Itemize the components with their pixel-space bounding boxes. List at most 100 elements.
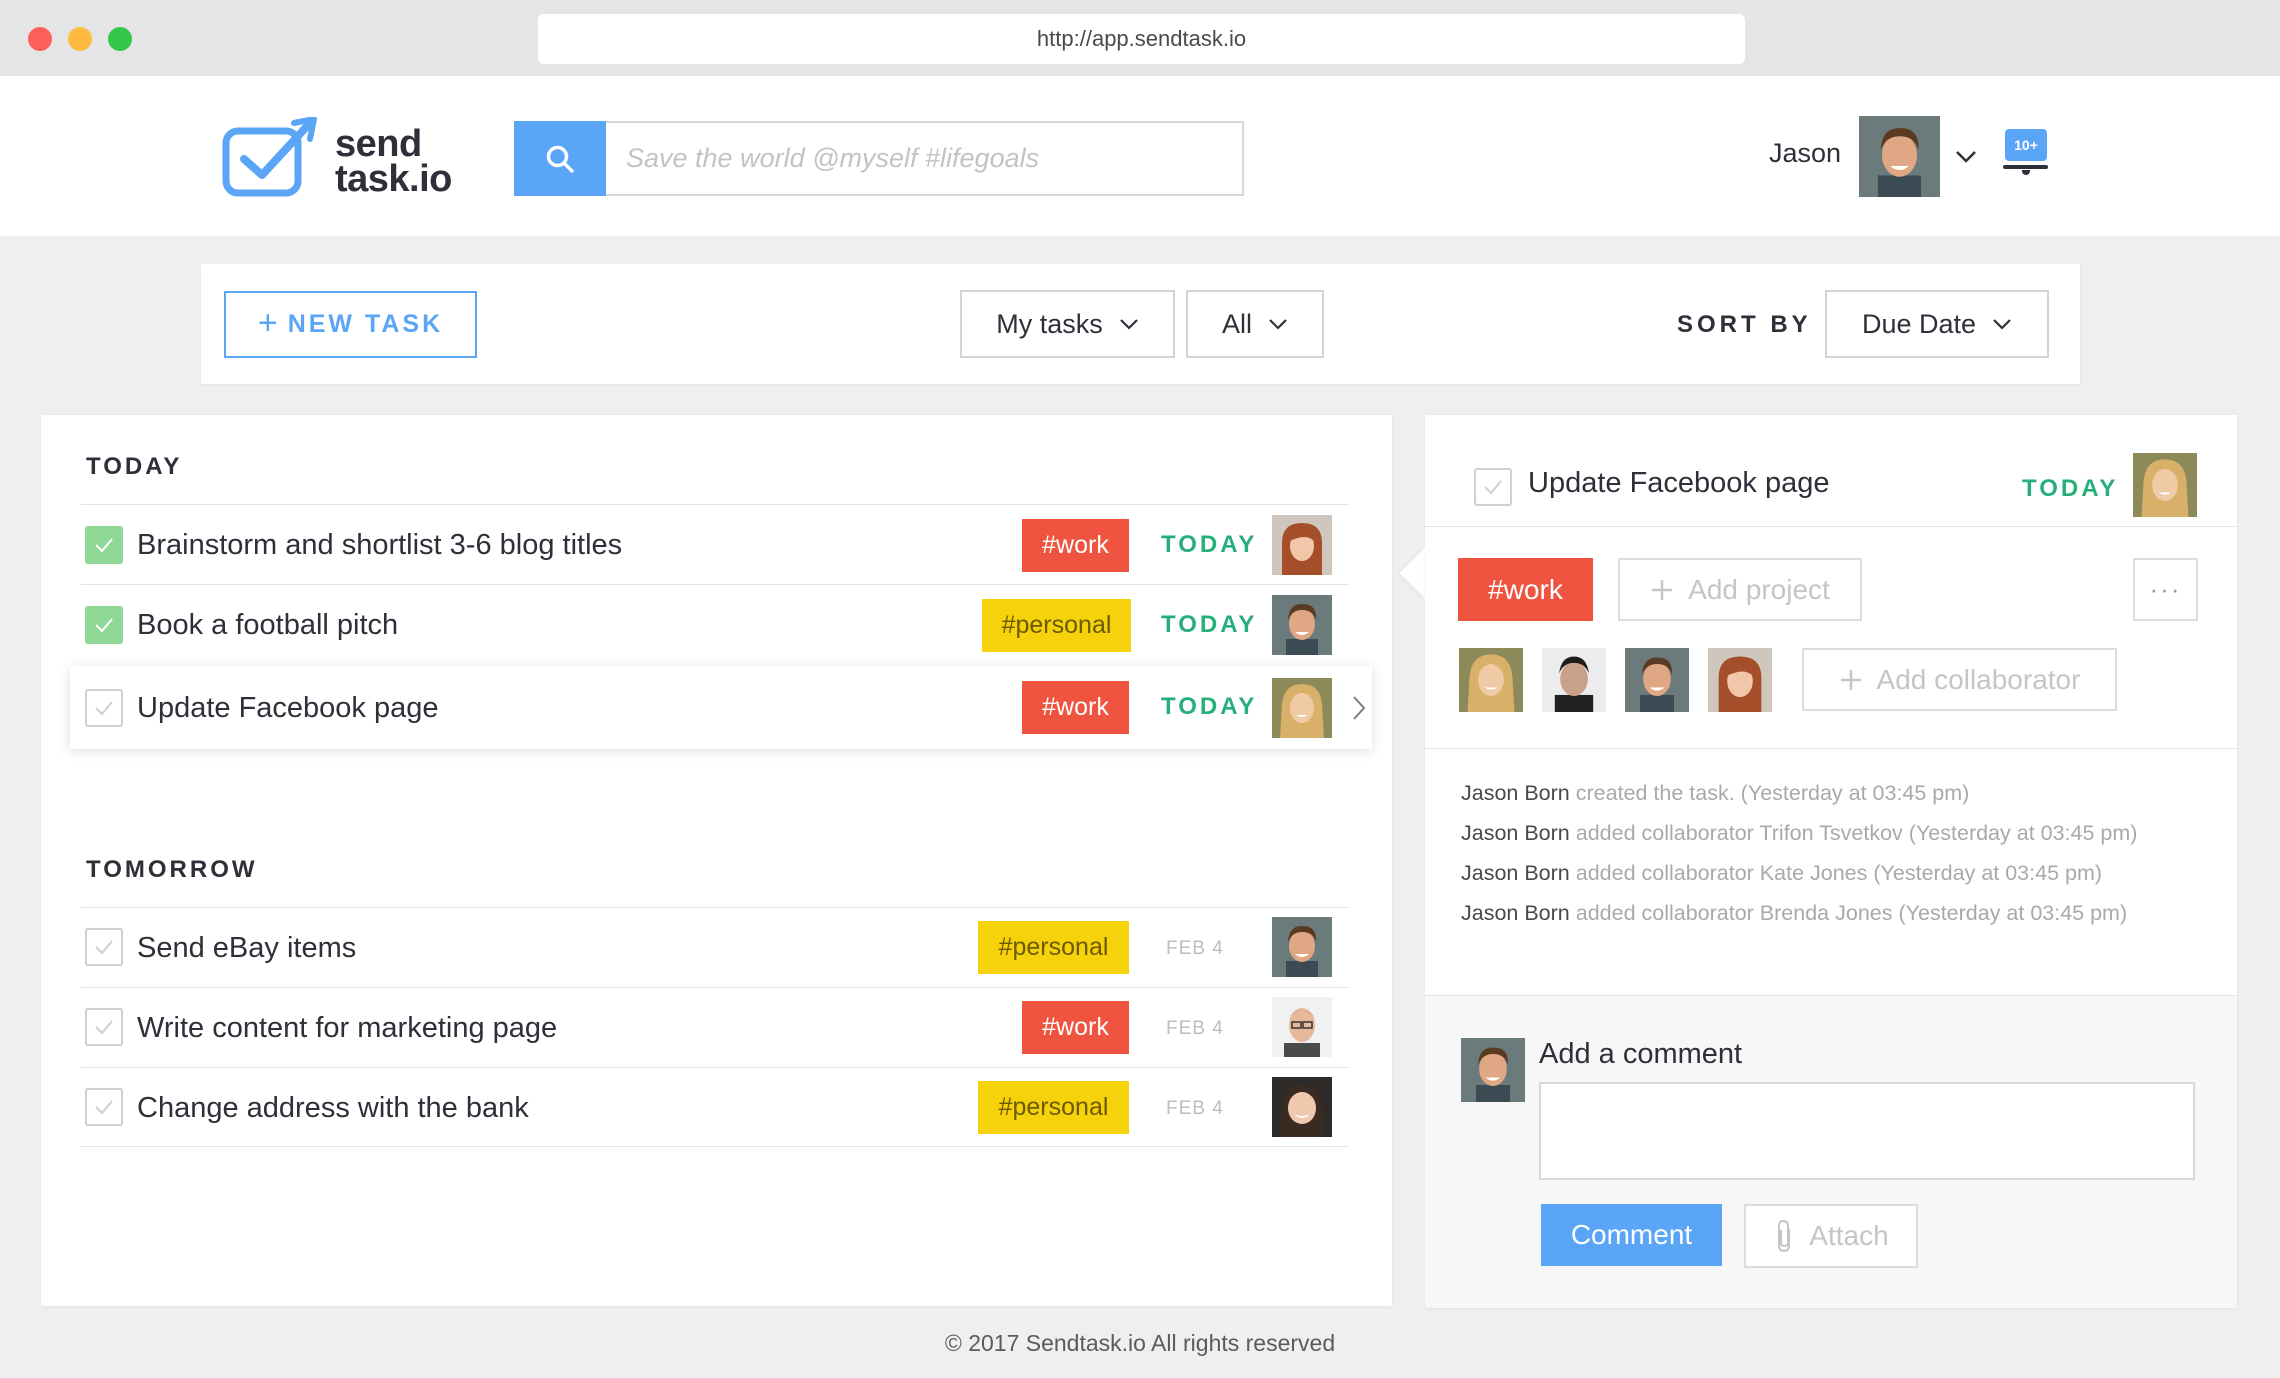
- task-due: TODAY: [1161, 611, 1258, 638]
- address-bar[interactable]: http://app.sendtask.io: [538, 14, 1745, 64]
- scope-filter-value: All: [1221, 308, 1252, 339]
- logo[interactable]: send task.io: [222, 117, 457, 199]
- task-title[interactable]: Write content for marketing page: [137, 1012, 557, 1045]
- checkmark-icon: [95, 618, 113, 633]
- divider: [1425, 748, 2237, 749]
- task-due: FEB 4: [1166, 1018, 1224, 1039]
- paperclip-icon: [1778, 1219, 1791, 1253]
- detail-checkbox[interactable]: [1474, 468, 1512, 506]
- chevron-down-icon: [1119, 319, 1138, 330]
- task-row[interactable]: Change address with the bank #personal F…: [81, 1067, 1349, 1147]
- task-tag[interactable]: #personal: [982, 599, 1131, 652]
- task-checkbox[interactable]: [85, 928, 123, 966]
- activity-text: added collaborator Kate Jones (Yesterday…: [1569, 861, 2103, 885]
- chevron-down-icon: [1993, 319, 2011, 330]
- task-list-panel: TODAY Brainstorm and shortlist 3-6 blog …: [41, 415, 1392, 1306]
- assignee-avatar[interactable]: [1272, 917, 1332, 977]
- detail-tag[interactable]: #work: [1458, 558, 1593, 621]
- add-project-button[interactable]: Add project: [1618, 558, 1862, 621]
- activity-log: Jason Born created the task. (Yesterday …: [1461, 773, 2221, 933]
- comment-button[interactable]: Comment: [1541, 1204, 1722, 1266]
- task-tag[interactable]: #personal: [978, 1081, 1129, 1134]
- plus-icon: [1652, 579, 1673, 600]
- assignee-avatar[interactable]: [1272, 515, 1332, 575]
- new-task-button[interactable]: + NEW TASK: [224, 291, 477, 358]
- checkmark-icon: [95, 1020, 113, 1035]
- more-options-button[interactable]: ···: [2133, 558, 2198, 621]
- attach-label: Attach: [1809, 1220, 1889, 1251]
- comment-label: Add a comment: [1539, 1038, 1743, 1070]
- checkmark-icon: [95, 701, 113, 716]
- search-button[interactable]: [514, 121, 606, 196]
- assignee-avatar[interactable]: [2133, 453, 2197, 517]
- task-row[interactable]: Brainstorm and shortlist 3-6 blog titles…: [81, 504, 1349, 584]
- detail-due[interactable]: TODAY: [2022, 475, 2118, 503]
- task-checkbox[interactable]: [85, 689, 123, 727]
- comment-section: Add a comment Comment Attach: [1425, 995, 2237, 1308]
- add-collaborator-label: Add collaborator: [1876, 663, 2081, 695]
- plus-icon: [1840, 669, 1861, 690]
- logo-text-line2: task.io: [335, 158, 452, 200]
- inbox-tray-icon: [2003, 165, 2048, 169]
- task-title[interactable]: Change address with the bank: [137, 1092, 529, 1125]
- task-title[interactable]: Update Facebook page: [137, 692, 439, 725]
- window-zoom-button[interactable]: [108, 27, 132, 51]
- chevron-down-icon: [1269, 319, 1287, 330]
- task-due: FEB 4: [1166, 938, 1224, 959]
- owner-filter-dropdown[interactable]: My tasks: [960, 290, 1175, 358]
- attach-button[interactable]: Attach: [1744, 1204, 1918, 1268]
- sort-dropdown[interactable]: Due Date: [1825, 290, 2049, 358]
- task-checkbox[interactable]: [85, 526, 123, 564]
- chevron-down-icon[interactable]: [1954, 146, 1978, 166]
- chevron-right-icon[interactable]: [1350, 694, 1368, 722]
- logo-check-icon: [222, 117, 317, 197]
- collaborator-avatar[interactable]: [1459, 648, 1523, 712]
- task-due: TODAY: [1161, 531, 1258, 558]
- scope-filter-dropdown[interactable]: All: [1186, 290, 1324, 358]
- activity-text: added collaborator Trifon Tsvetkov (Yest…: [1569, 821, 2138, 845]
- add-collaborator-button[interactable]: Add collaborator: [1802, 648, 2117, 711]
- window-minimize-button[interactable]: [68, 27, 92, 51]
- sort-value: Due Date: [1861, 308, 1977, 339]
- activity-actor: Jason Born: [1461, 781, 1570, 805]
- sort-by-label: SORT BY: [1677, 311, 1812, 338]
- assignee-avatar[interactable]: [1272, 678, 1332, 738]
- task-row[interactable]: Book a football pitch #personal TODAY: [81, 584, 1349, 664]
- task-tag[interactable]: #work: [1022, 519, 1129, 572]
- assignee-avatar[interactable]: [1272, 595, 1332, 655]
- checkmark-icon: [95, 538, 113, 553]
- task-row[interactable]: Send eBay items #personal FEB 4: [81, 907, 1349, 987]
- task-toolbar: + NEW TASK My tasks All SORT BY Due Date: [201, 264, 2080, 384]
- task-title[interactable]: Send eBay items: [137, 932, 356, 965]
- commenter-avatar: [1461, 1038, 1525, 1102]
- user-avatar[interactable]: [1859, 116, 1940, 197]
- section-title-tomorrow: TOMORROW: [86, 856, 258, 883]
- collaborator-avatar[interactable]: [1542, 648, 1606, 712]
- task-checkbox[interactable]: [85, 606, 123, 644]
- task-row[interactable]: Write content for marketing page #work F…: [81, 987, 1349, 1067]
- new-task-label: NEW TASK: [287, 310, 444, 338]
- collaborator-avatar[interactable]: [1625, 648, 1689, 712]
- window-close-button[interactable]: [28, 27, 52, 51]
- task-checkbox[interactable]: [85, 1008, 123, 1046]
- task-checkbox[interactable]: [85, 1088, 123, 1126]
- detail-header: Update Facebook page TODAY: [1425, 415, 2237, 527]
- assignee-avatar[interactable]: [1272, 1077, 1332, 1137]
- task-tag[interactable]: #work: [1022, 681, 1129, 734]
- task-tag[interactable]: #work: [1022, 1001, 1129, 1054]
- activity-item: Jason Born added collaborator Kate Jones…: [1461, 853, 2221, 893]
- search-input[interactable]: [606, 121, 1244, 196]
- task-tag[interactable]: #personal: [978, 921, 1129, 974]
- activity-item: Jason Born added collaborator Trifon Tsv…: [1461, 813, 2221, 853]
- task-title[interactable]: Brainstorm and shortlist 3-6 blog titles: [137, 529, 622, 562]
- task-title[interactable]: Book a football pitch: [137, 609, 398, 642]
- comment-input[interactable]: [1539, 1082, 2195, 1180]
- user-name[interactable]: Jason: [1769, 138, 1841, 169]
- collaborator-avatar[interactable]: [1708, 648, 1772, 712]
- detail-title[interactable]: Update Facebook page: [1528, 467, 1830, 500]
- checkmark-icon: [1484, 480, 1502, 495]
- activity-text: created the task. (Yesterday at 03:45 pm…: [1569, 781, 1970, 805]
- assignee-avatar[interactable]: [1272, 997, 1332, 1057]
- notifications-button[interactable]: 10+: [2003, 129, 2048, 175]
- task-row-selected[interactable]: Update Facebook page #work TODAY: [70, 666, 1372, 749]
